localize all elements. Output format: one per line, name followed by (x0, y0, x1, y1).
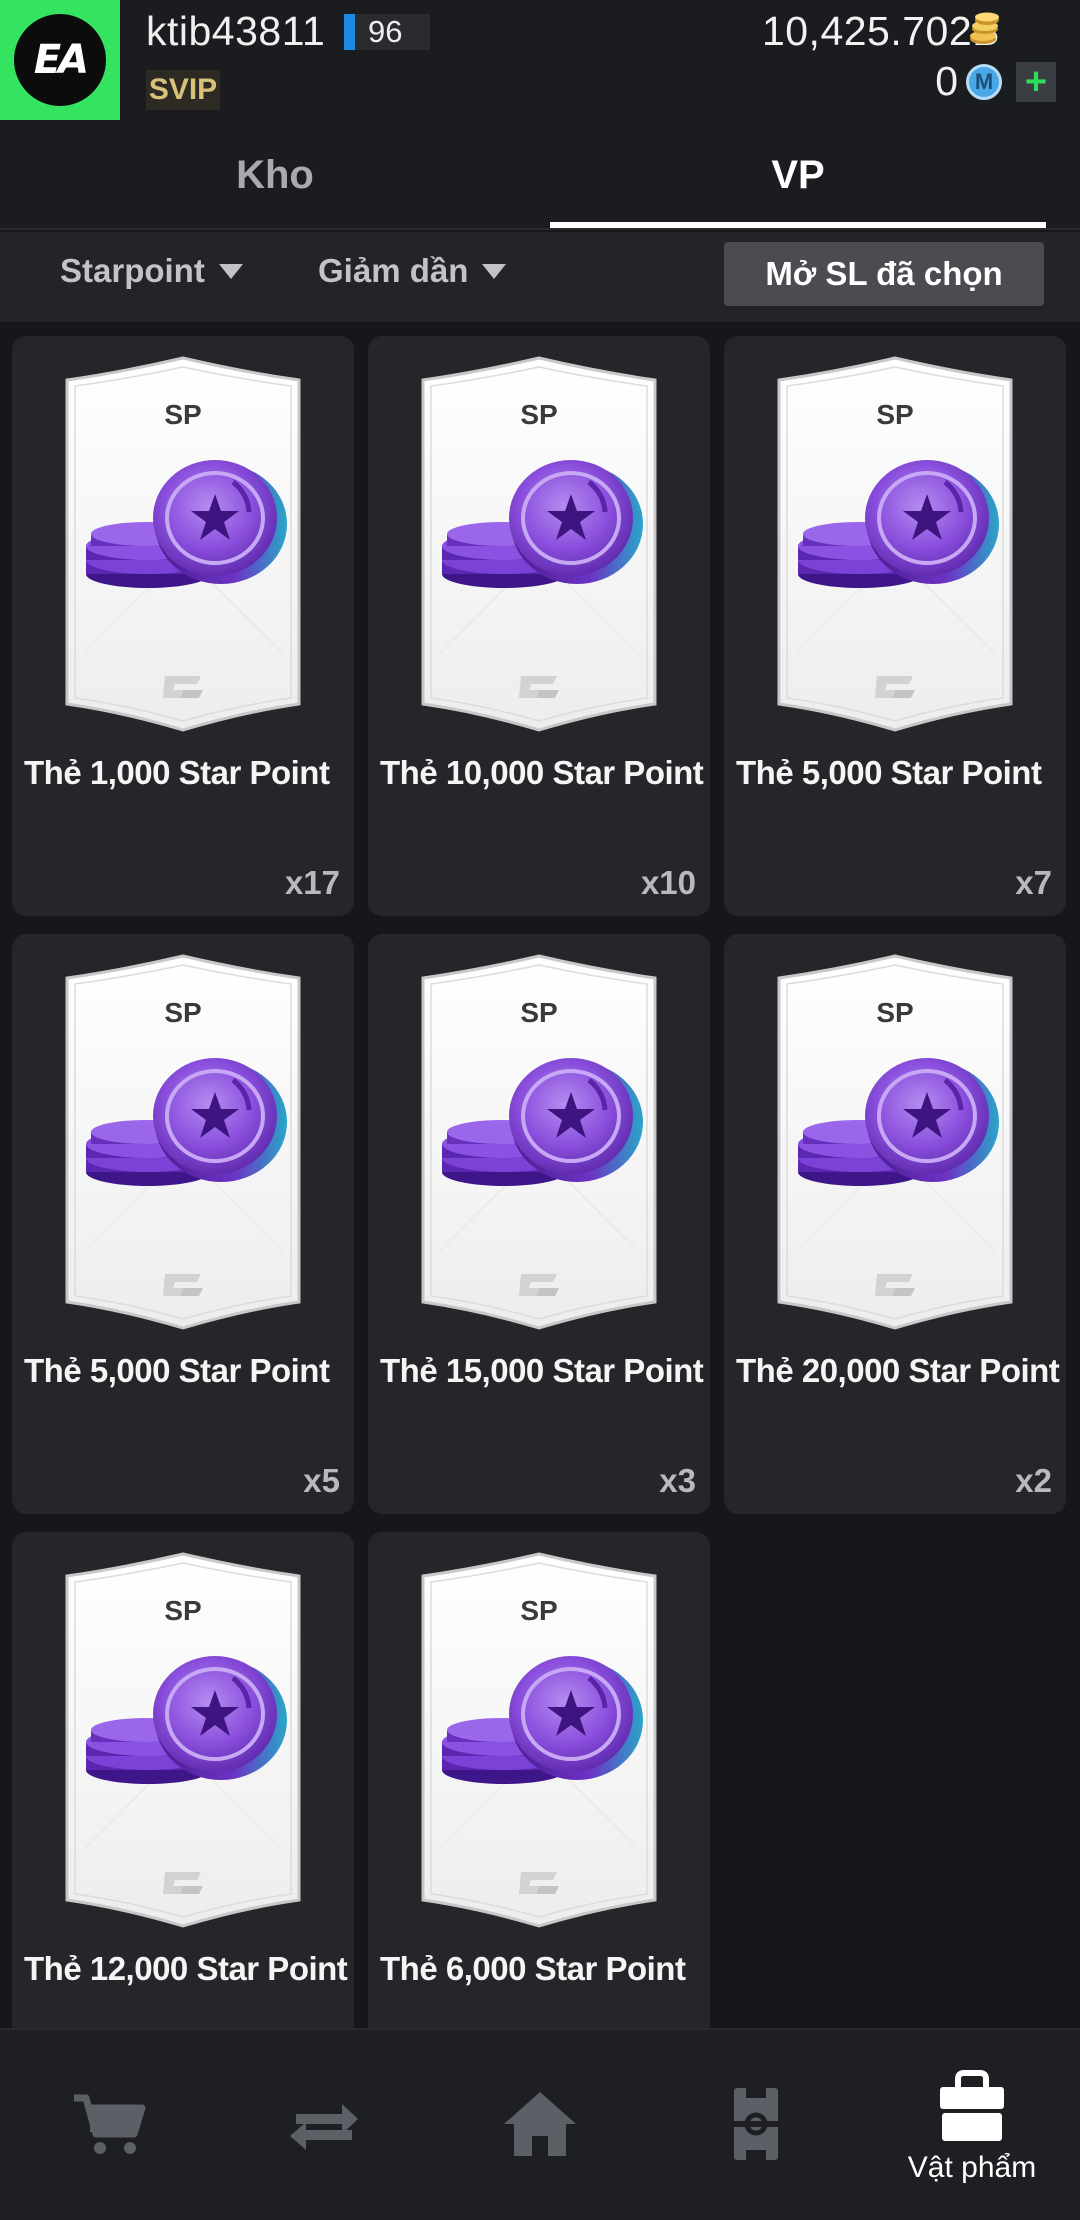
ea-logo-circle: EA (14, 14, 106, 106)
item-name: Thẻ 20,000 Star Point (736, 1352, 1060, 1389)
item-quantity: x10 (640, 864, 696, 901)
sort-order-dropdown[interactable]: Giảm dần (318, 252, 507, 290)
tab-vp[interactable]: VP (550, 122, 1046, 228)
level-value: 96 (368, 14, 403, 49)
card-sp-label: SP (520, 399, 557, 430)
star-point-card-image: SP (421, 356, 657, 732)
card-sp-label: SP (876, 997, 913, 1028)
pitch-icon (734, 2088, 778, 2160)
home-icon (504, 2092, 576, 2156)
chevron-down-icon (482, 263, 507, 279)
star-point-card-image: SP (777, 954, 1013, 1330)
tab-kho[interactable]: Kho (0, 122, 550, 228)
card-sp-label: SP (164, 1595, 201, 1626)
card-sp-label: SP (876, 399, 913, 430)
cart-icon (74, 2094, 146, 2154)
item-name: Thẻ 6,000 Star Point (380, 1950, 686, 1987)
vip-badge[interactable]: SVIP (146, 70, 220, 110)
item-name: Thẻ 10,000 Star Point (380, 754, 704, 791)
item-card[interactable]: SP Thẻ 5,000 Star Point x5 (12, 934, 354, 1514)
card-sp-label: SP (520, 1595, 557, 1626)
item-name: Thẻ 15,000 Star Point (380, 1352, 704, 1389)
mpoint-balance: 0 (935, 58, 958, 104)
item-quantity: x17 (284, 864, 340, 901)
star-point-card-image: SP (777, 356, 1013, 732)
item-card[interactable]: SP Thẻ 6,000 Star Point (368, 1532, 710, 2028)
filter-bar: Starpoint Giảm dần Mở SL đã chọn (0, 232, 1080, 322)
item-name: Thẻ 12,000 Star Point (24, 1950, 348, 1987)
active-tab-indicator (550, 222, 1046, 228)
open-selected-button[interactable]: Mở SL đã chọn (724, 242, 1044, 306)
item-quantity: x3 (659, 1462, 696, 1499)
chevron-down-icon (218, 263, 243, 279)
item-card[interactable]: SP Thẻ 10,000 Star Point x10 (368, 336, 710, 916)
ea-logo[interactable]: EA (0, 0, 120, 120)
item-quantity: x2 (1015, 1462, 1052, 1499)
star-point-card-image: SP (421, 954, 657, 1330)
category-filter-dropdown[interactable]: Starpoint (60, 252, 243, 290)
item-card[interactable]: SP Thẻ 12,000 Star Point (12, 1532, 354, 2028)
bottom-navigation: Vật phẩm (0, 2028, 1080, 2220)
item-card[interactable]: SP Thẻ 15,000 Star Point x3 (368, 934, 710, 1514)
item-quantity: x5 (303, 1462, 340, 1499)
sort-order-label: Giảm dần (318, 252, 469, 289)
username[interactable]: ktib43811 (146, 8, 325, 55)
nav-shop[interactable] (0, 2030, 216, 2220)
bag-icon (940, 2070, 1004, 2141)
mpoint-icon: M (966, 64, 1002, 100)
card-sp-label: SP (164, 399, 201, 430)
nav-home[interactable] (432, 2030, 648, 2220)
item-quantity: x7 (1015, 864, 1052, 901)
nav-items[interactable]: Vật phẩm (864, 2030, 1080, 2220)
transfer-icon (290, 2104, 358, 2150)
item-card[interactable]: SP Thẻ 5,000 Star Point x7 (724, 336, 1066, 916)
item-name: Thẻ 5,000 Star Point (736, 754, 1042, 791)
coin-stack-icon (970, 12, 999, 44)
star-point-card-image: SP (65, 954, 301, 1330)
nav-transfer[interactable] (216, 2030, 432, 2220)
top-bar: EA ktib43811 96 SVIP 10,425.702B 0 M + (0, 0, 1080, 122)
item-card[interactable]: SP Thẻ 1,000 Star Point x17 (12, 336, 354, 916)
item-grid: SP Thẻ 1,000 Star Point x17 SP Thẻ 10,00… (0, 322, 1080, 2028)
star-point-card-image: SP (65, 1552, 301, 1928)
coin-balance: 10,425.702B (761, 8, 1000, 54)
tab-bar: Kho VP (0, 122, 1080, 230)
category-filter-label: Starpoint (60, 252, 205, 289)
add-currency-button[interactable]: + (1016, 62, 1056, 102)
item-name: Thẻ 5,000 Star Point (24, 1352, 330, 1389)
nav-squad[interactable] (648, 2030, 864, 2220)
ea-logo-text: EA (33, 37, 89, 83)
card-sp-label: SP (520, 997, 557, 1028)
nav-items-label: Vật phẩm (907, 2151, 1037, 2184)
item-name: Thẻ 1,000 Star Point (24, 754, 330, 791)
card-sp-label: SP (164, 997, 201, 1028)
star-point-card-image: SP (421, 1552, 657, 1928)
star-point-card-image: SP (65, 356, 301, 732)
item-card[interactable]: SP Thẻ 20,000 Star Point x2 (724, 934, 1066, 1514)
